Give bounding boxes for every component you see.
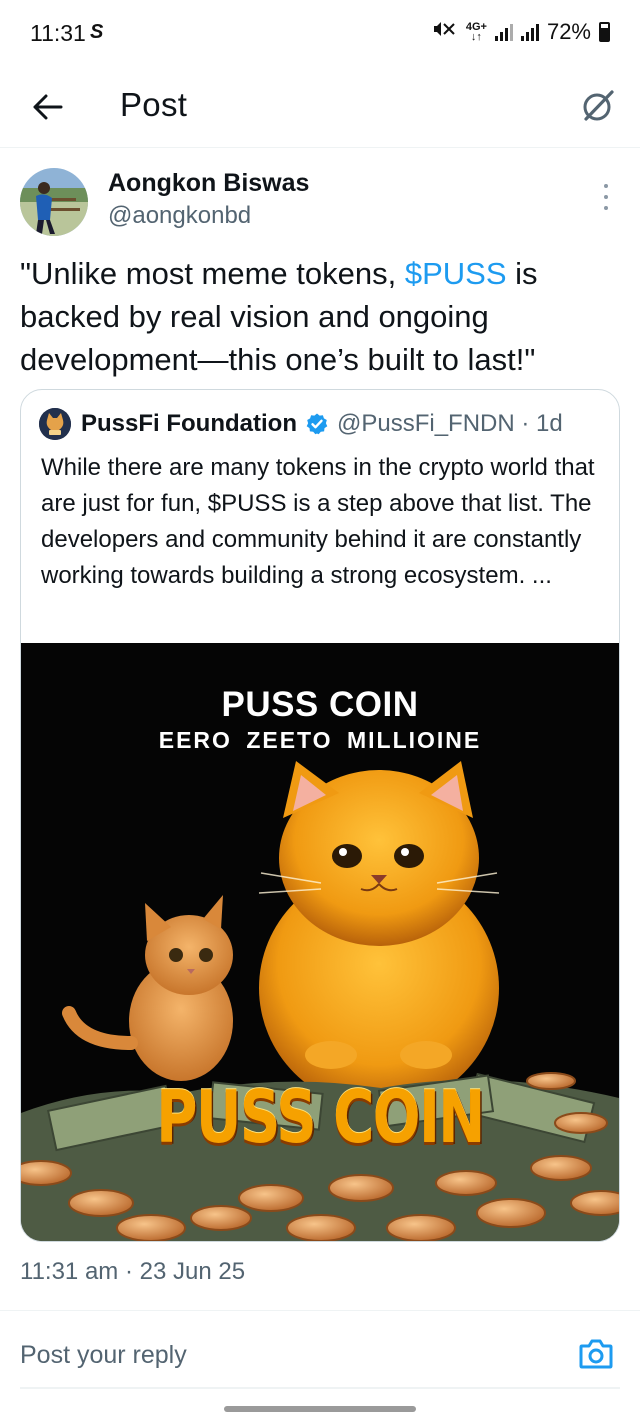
image-title-text: PUSS COIN [221,685,419,724]
author-handle[interactable]: @aongkonbd [108,202,251,230]
battery-percent: 72% [546,19,591,44]
more-options-button[interactable] [596,180,616,214]
reply-bar: Post your reply [0,1310,640,1396]
quoted-post-text: While there are many tokens in the crypt… [41,454,595,589]
camera-button[interactable] [578,1337,618,1373]
top-app-bar: Post [0,66,640,148]
quoted-avatar[interactable] [39,408,71,440]
more-dot [604,206,608,210]
signal-2-icon [520,23,539,41]
network-type-badge: 4G+ ↓↑ [466,22,487,43]
arrow-left-icon [33,94,63,120]
more-dot [604,184,608,188]
quoted-post-image[interactable]: PUSS COIN EERO ZEETO MILLIOINE PUSS COIN [21,643,619,1241]
quoted-author-name: PussFi Foundation [81,410,297,437]
image-logo-text: PUSS COIN [156,1075,485,1159]
reply-input[interactable]: Post your reply [20,1341,187,1370]
battery-icon [599,22,610,42]
back-button[interactable] [22,84,74,130]
more-dot [604,195,608,199]
status-time: 11:31 [30,20,86,46]
post-text: "Unlike most meme tokens, $PUSS is backe… [20,252,620,381]
grok-button[interactable] [576,84,620,128]
quoted-handle-time: @PussFi_FNDN · 1d [337,410,563,437]
camera-icon [579,1339,613,1369]
post-text-start: "Unlike most meme tokens, [20,256,405,291]
status-bar: 11:31 S 4G+ ↓↑ 72% [0,0,640,66]
network-arrows: ↓↑ [470,31,482,43]
page-title: Post [120,86,188,123]
cashtag-link[interactable]: $PUSS [405,256,507,291]
avatar[interactable] [20,168,88,236]
quoted-post-header: PussFi Foundation @PussFi_FNDN · 1d [39,408,563,440]
reply-divider [20,1387,620,1389]
post-timestamp: 11:31 am · 23 Jun 25 [20,1258,246,1285]
signal-1-icon [494,23,513,41]
verified-badge-icon [305,412,329,436]
image-subtitle-text: EERO ZEETO MILLIOINE [158,727,482,753]
samsung-s-icon: S [90,21,104,43]
author-name[interactable]: Aongkon Biswas [108,169,309,198]
vibrate-mute-icon [432,18,458,46]
home-indicator[interactable] [224,1406,416,1412]
quoted-post-card[interactable]: PussFi Foundation @PussFi_FNDN · 1d Whil… [20,389,620,1242]
grok-icon [583,90,614,121]
status-icons: 4G+ ↓↑ 72% [432,18,610,46]
